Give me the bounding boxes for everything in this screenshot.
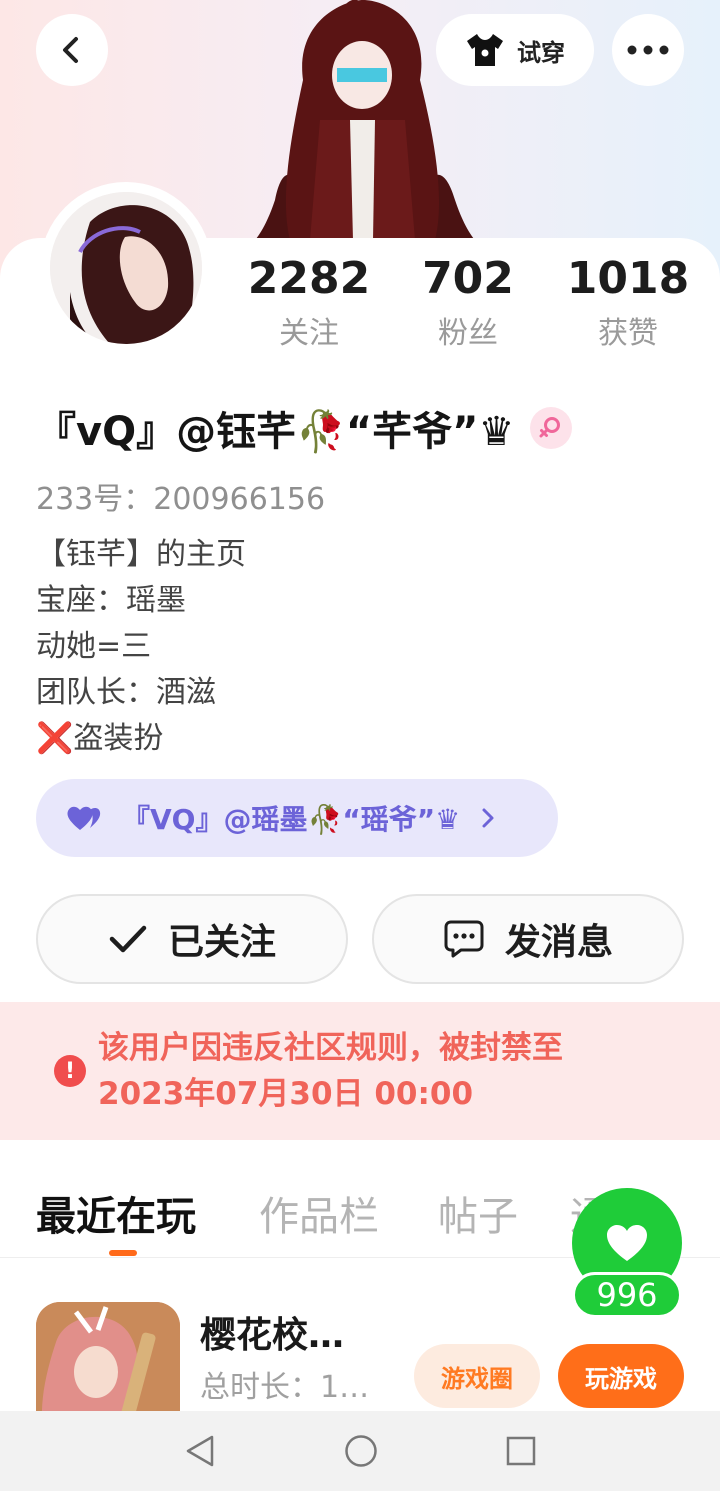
partner-link[interactable]: 『VQ』@瑶墨🥀“瑶爷”♛ (36, 779, 558, 857)
likes-count: 1018 (566, 253, 690, 304)
heart-icon (607, 1225, 647, 1261)
stat-followers[interactable]: 702 粉丝 (393, 250, 543, 360)
likes-label: 获赞 (598, 316, 658, 351)
chevron-left-icon (63, 37, 78, 63)
stat-likes[interactable]: 1018 获赞 (553, 250, 703, 360)
follow-label: 已关注 (167, 922, 276, 963)
partner-name: 『VQ』@瑶墨🥀“瑶爷”♛ (122, 803, 461, 836)
nav-recents-icon[interactable] (506, 1436, 536, 1466)
chevron-right-icon (482, 808, 494, 828)
following-label: 关注 (279, 316, 339, 351)
play-game-button[interactable]: 玩游戏 (558, 1344, 684, 1408)
try-on-label: 试穿 (517, 38, 565, 67)
tab-indicator (109, 1250, 137, 1256)
ban-text: 该用户因违反社区规则，被封禁至 2023年07月30日 00:00 (98, 1025, 563, 1117)
double-heart-icon (67, 806, 101, 830)
try-on-button[interactable]: 试穿 (436, 14, 594, 86)
name-row: 『vQ』@钰芊🥀“芊爷”♛ (36, 398, 573, 458)
following-count: 2282 (247, 253, 371, 304)
message-button[interactable]: 发消息 (372, 894, 684, 984)
game-playtime: 总时长：1… (200, 1370, 370, 1405)
tab-posts[interactable]: 帖子 (438, 1184, 518, 1242)
more-dots-icon (627, 45, 669, 55)
ban-text-line: 该用户因违反社区规则，被封禁至 (98, 1030, 563, 1066)
female-gender-icon (530, 407, 573, 449)
alert-icon: ! (54, 1055, 86, 1087)
bio-line: 宝座：瑶墨 (36, 583, 186, 618)
tshirt-icon (467, 34, 503, 66)
avatar[interactable] (40, 182, 212, 354)
follow-button[interactable]: 已关注 (36, 894, 348, 984)
tab-recently-played[interactable]: 最近在玩 (36, 1184, 196, 1242)
bio-line: 【钰芊】的主页 (36, 537, 246, 572)
bio: 【钰芊】的主页 宝座：瑶墨 动她=三 团队长：酒滋 ❌盗装扮 (36, 532, 246, 762)
followers-label: 粉丝 (438, 316, 498, 351)
chat-bubble-icon (444, 920, 484, 958)
user-name: 『vQ』@钰芊🥀“芊爷”♛ (36, 409, 515, 455)
ban-text-line: 2023年07月30日 00:00 (98, 1076, 474, 1112)
message-label: 发消息 (504, 922, 613, 963)
user-id: 233号：200966156 (36, 482, 326, 517)
ban-notice: ! 该用户因违反社区规则，被封禁至 2023年07月30日 00:00 (0, 1002, 720, 1140)
like-count: 996 (572, 1272, 682, 1318)
back-button[interactable] (36, 14, 108, 86)
nav-back-icon[interactable] (184, 1434, 216, 1468)
stat-following[interactable]: 2282 关注 (234, 250, 384, 360)
followers-count: 702 (422, 253, 514, 304)
bio-line: 团队长：酒滋 (36, 675, 216, 710)
bio-line: 动她=三 (36, 629, 152, 664)
more-button[interactable] (612, 14, 684, 86)
game-title: 樱花校… (200, 1315, 345, 1356)
system-nav-bar (0, 1411, 720, 1491)
nav-home-icon[interactable] (344, 1434, 378, 1468)
game-circle-button[interactable]: 游戏圈 (414, 1344, 540, 1408)
bio-line: ❌盗装扮 (36, 721, 164, 756)
avatar-image (50, 192, 202, 344)
checkmark-icon (109, 925, 147, 953)
game-icon (36, 1302, 180, 1412)
tab-works[interactable]: 作品栏 (259, 1184, 379, 1242)
